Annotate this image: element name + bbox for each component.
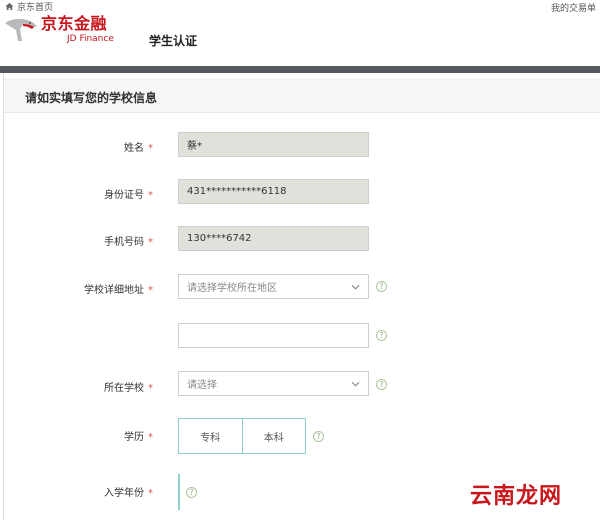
school-address-label: 学校详细地址 * xyxy=(84,285,153,296)
jd-finance-logo[interactable]: 京东金融 JD Finance xyxy=(3,15,114,45)
required-mark: * xyxy=(148,190,153,201)
home-icon xyxy=(5,2,14,11)
help-icon[interactable]: ? xyxy=(376,281,387,292)
name-label: 姓名 * xyxy=(124,143,153,154)
required-mark: * xyxy=(148,237,153,248)
id-number-value: 431***********6118 xyxy=(187,186,287,197)
id-number-field: 431***********6118 xyxy=(178,179,369,204)
required-mark: * xyxy=(148,488,153,499)
phone-value: 130****6742 xyxy=(187,233,252,244)
school-region-select[interactable]: 请选择学校所在地区 xyxy=(178,274,369,299)
enroll-year-selector[interactable] xyxy=(178,474,180,510)
school-select[interactable]: 请选择 xyxy=(178,371,369,396)
id-number-label: 身份证号 * xyxy=(104,190,153,201)
education-label: 学历 * xyxy=(124,432,153,443)
section-title: 请如实填写您的学校信息 xyxy=(25,91,158,105)
required-mark: * xyxy=(148,143,153,154)
help-icon[interactable]: ? xyxy=(313,431,324,442)
required-mark: * xyxy=(148,383,153,394)
enroll-year-label: 入学年份 * xyxy=(104,488,153,499)
header: 京东金融 JD Finance 学生认证 xyxy=(0,12,600,66)
chevron-down-icon xyxy=(351,284,360,290)
logo-text-en: JD Finance xyxy=(67,34,114,44)
school-placeholder: 请选择 xyxy=(187,380,217,391)
logo-text-cn: 京东金融 xyxy=(41,14,108,33)
education-selector: 专科 本科 xyxy=(178,418,306,454)
education-option-bachelor[interactable]: 本科 xyxy=(241,419,306,453)
education-option-associate[interactable]: 专科 xyxy=(179,419,242,453)
watermark: 云南龙网 xyxy=(469,484,562,509)
top-bar: 京东首页 我的交易单 xyxy=(0,0,600,14)
school-label: 所在学校 * xyxy=(104,383,153,394)
help-icon[interactable]: ? xyxy=(186,487,197,498)
required-mark: * xyxy=(148,285,153,296)
help-icon[interactable]: ? xyxy=(376,330,387,341)
school-address-detail-input[interactable] xyxy=(178,323,369,348)
phone-field: 130****6742 xyxy=(178,226,369,251)
name-value: 蔡* xyxy=(187,141,202,152)
school-region-placeholder: 请选择学校所在地区 xyxy=(187,283,277,294)
name-field: 蔡* xyxy=(178,132,369,157)
required-mark: * xyxy=(148,432,153,443)
chevron-down-icon xyxy=(351,381,360,387)
header-divider xyxy=(0,66,600,73)
page-title: 学生认证 xyxy=(149,34,198,48)
jd-dog-logo-icon xyxy=(5,19,37,41)
phone-label: 手机号码 * xyxy=(104,237,153,248)
section-header: 请如实填写您的学校信息 xyxy=(4,78,600,113)
help-icon[interactable]: ? xyxy=(376,379,387,390)
